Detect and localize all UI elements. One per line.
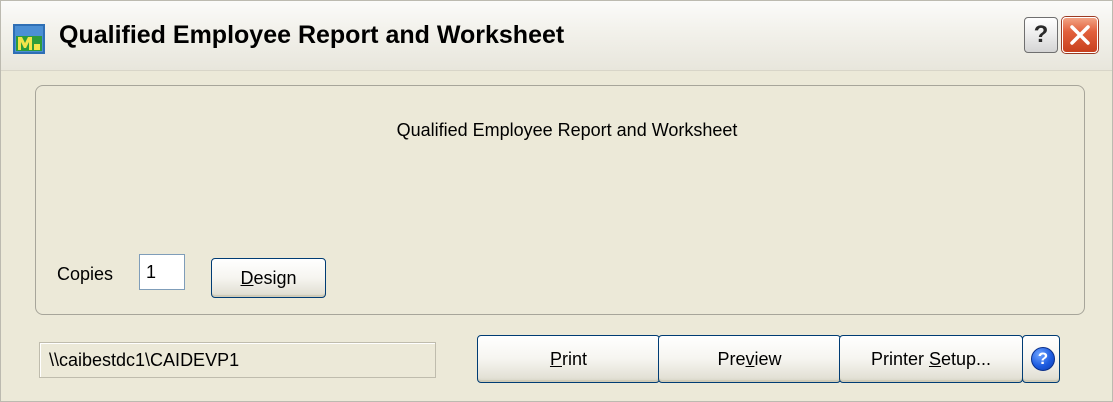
dialog-window: Qualified Employee Report and Worksheet … — [0, 0, 1113, 402]
copies-label: Copies — [57, 264, 114, 284]
preview-label-prefix: Pre — [717, 349, 746, 369]
window-title: Qualified Employee Report and Worksheet — [59, 21, 565, 49]
print-button[interactable]: Print — [477, 335, 660, 383]
report-heading: Qualified Employee Report and Worksheet — [396, 120, 738, 140]
help-button[interactable]: ? — [1022, 335, 1060, 383]
copies-input[interactable] — [139, 254, 185, 290]
print-label-suffix: rint — [562, 349, 588, 369]
preview-button[interactable]: Preview — [658, 335, 841, 383]
report-options-group: Qualified Employee Report and Worksheet … — [35, 85, 1085, 315]
app-icon — [13, 24, 45, 54]
help-circle-icon: ? — [1031, 347, 1055, 371]
design-label-accel: D — [240, 268, 254, 288]
design-label-suffix: esign — [253, 268, 297, 288]
setup-label-prefix: Printer — [870, 349, 929, 369]
printer-path-field: \\caibestdc1\CAIDEVP1 — [39, 342, 436, 378]
title-bar[interactable]: Qualified Employee Report and Worksheet … — [1, 1, 1112, 71]
design-button[interactable]: Design — [211, 258, 326, 298]
question-icon: ? — [1033, 21, 1049, 48]
setup-label-suffix: etup... — [941, 349, 992, 369]
close-button[interactable] — [1062, 17, 1098, 53]
preview-label-accel: v — [745, 349, 755, 369]
print-label-accel: P — [549, 349, 562, 369]
setup-label-accel: S — [928, 349, 941, 369]
preview-label-suffix: iew — [754, 349, 782, 369]
printer-setup-button[interactable]: Printer Setup... — [839, 335, 1023, 383]
close-icon — [1070, 25, 1090, 45]
title-help-button[interactable]: ? — [1024, 17, 1058, 53]
